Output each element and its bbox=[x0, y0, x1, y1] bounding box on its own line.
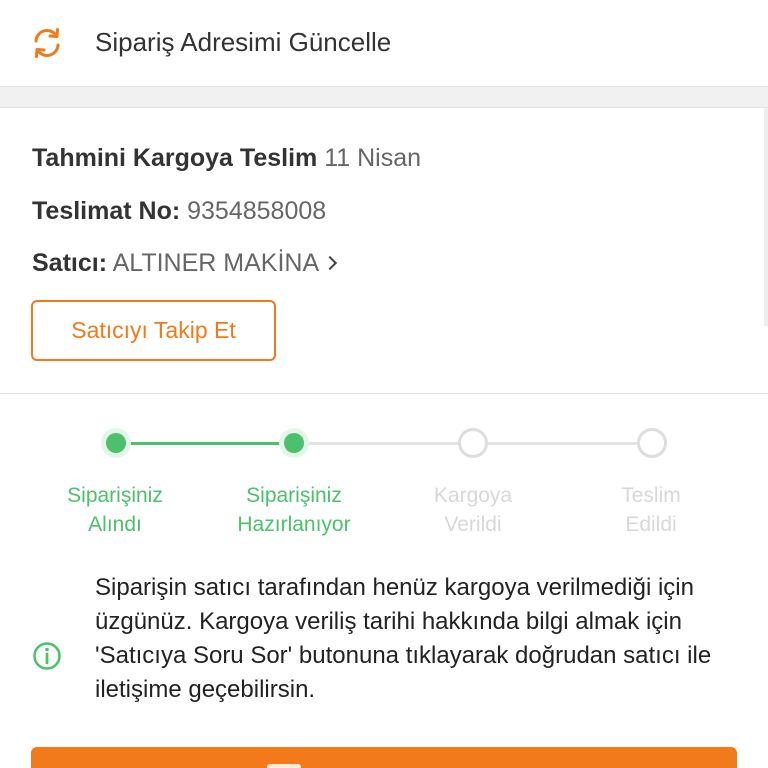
step-label-preparing: Siparişiniz Hazırlanıyor bbox=[237, 484, 351, 536]
ask-seller-button[interactable] bbox=[31, 747, 737, 768]
delivery-number-value: 9354858008 bbox=[187, 197, 327, 225]
chat-icon bbox=[267, 764, 301, 768]
progress-track-done bbox=[116, 442, 294, 445]
step-label-received: Siparişiniz Alındı bbox=[67, 484, 163, 536]
delivery-number-label: Teslimat No: bbox=[32, 197, 181, 225]
order-progress-stepper: Siparişiniz Alındı Siparişiniz Hazırlanı… bbox=[0, 395, 768, 555]
step-dot-shipped bbox=[458, 428, 488, 458]
section-divider bbox=[0, 86, 768, 108]
refresh-icon bbox=[34, 28, 60, 58]
notice-text: Siparişin satıcı tarafından henüz kargoy… bbox=[95, 574, 712, 703]
step-dot-received bbox=[101, 428, 131, 458]
follow-seller-button[interactable]: Satıcıyı Takip Et bbox=[31, 300, 276, 361]
seller-row[interactable]: Satıcı: ALTINER MAKİNA bbox=[32, 249, 338, 278]
update-address-label: Sipariş Adresimi Güncelle bbox=[95, 27, 392, 57]
step-dot-delivered bbox=[637, 428, 667, 458]
seller-name-link[interactable]: ALTINER MAKİNA bbox=[113, 249, 320, 277]
delivery-number-row: Teslimat No: 9354858008 bbox=[32, 197, 326, 226]
step-label-delivered: Teslim Edildi bbox=[621, 484, 681, 536]
info-circle-icon bbox=[33, 642, 61, 670]
estimated-delivery-value: 11 Nisan bbox=[324, 144, 422, 172]
scrollbar[interactable] bbox=[764, 108, 768, 326]
seller-label: Satıcı: bbox=[32, 249, 108, 277]
estimated-delivery-label: Tahmini Kargoya Teslim bbox=[32, 144, 318, 172]
update-address-row[interactable]: Sipariş Adresimi Güncelle bbox=[0, 0, 768, 86]
step-dot-preparing bbox=[279, 428, 309, 458]
chevron-right-icon bbox=[323, 255, 338, 271]
estimated-delivery-row: Tahmini Kargoya Teslim 11 Nisan bbox=[32, 144, 421, 173]
shipping-delay-notice: Siparişin satıcı tarafından henüz kargoy… bbox=[0, 568, 768, 748]
step-label-shipped: Kargoya Verildi bbox=[433, 484, 513, 536]
shipment-info-card: Tahmini Kargoya Teslim 11 Nisan Teslimat… bbox=[0, 108, 768, 394]
